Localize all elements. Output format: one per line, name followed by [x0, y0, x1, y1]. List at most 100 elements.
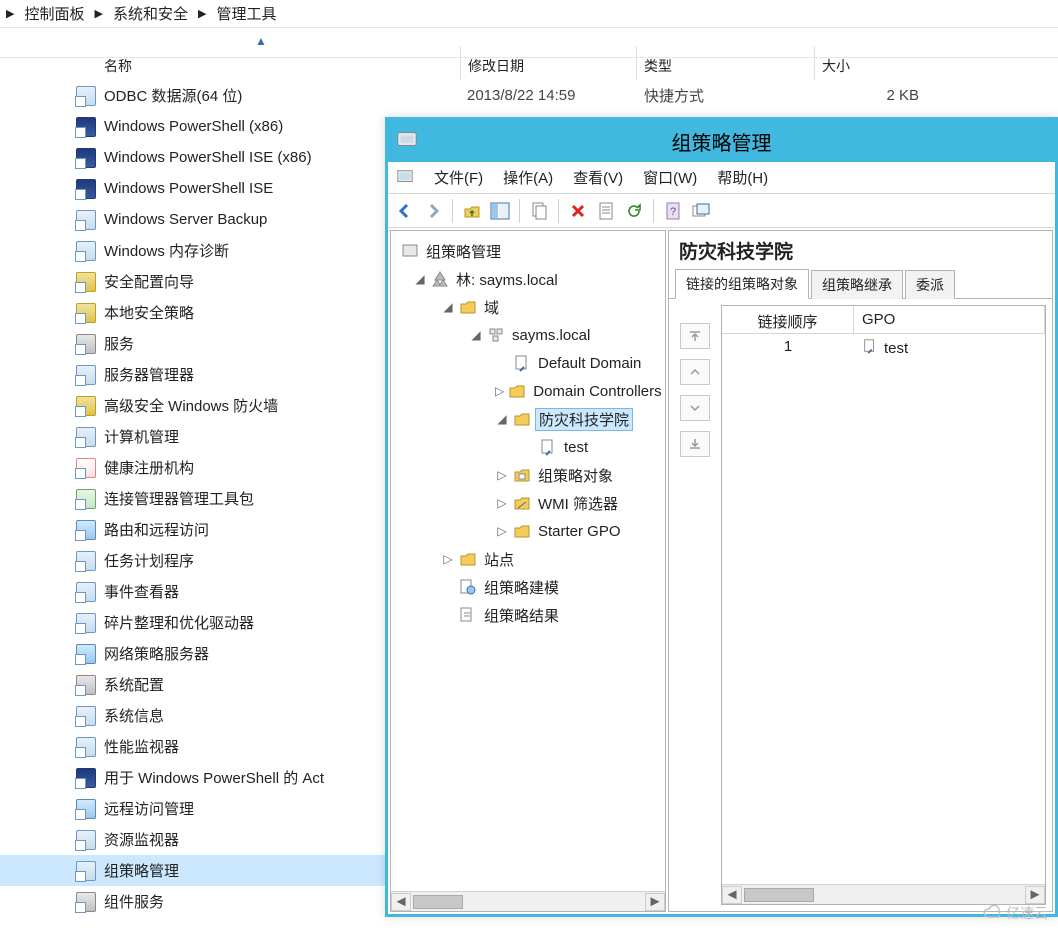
column-separator[interactable]: [814, 46, 815, 80]
scroll-thumb[interactable]: [744, 888, 814, 902]
tree-default-domain-policy[interactable]: ▸ Default Domain: [395, 349, 661, 377]
expand-icon[interactable]: ▷: [495, 468, 509, 482]
menu-window[interactable]: 窗口(W): [635, 164, 705, 191]
window-titlebar[interactable]: 组策略管理: [388, 120, 1055, 162]
column-header-type[interactable]: 类型: [644, 56, 672, 76]
scope-tree[interactable]: 组策略管理 ◢ 林: sayms.local ◢ 域 ◢ sayms.local: [391, 231, 665, 635]
tree-gp-modeling[interactable]: ▸ 组策略建模: [395, 573, 661, 601]
move-up-button[interactable]: [680, 359, 710, 385]
tree-label: 组策略管理: [423, 240, 504, 263]
collapse-icon[interactable]: ◢: [469, 328, 483, 342]
file-name: 性能监视器: [104, 736, 179, 757]
scroll-right-button[interactable]: ►: [1025, 886, 1045, 904]
file-name: Windows Server Backup: [104, 211, 267, 228]
list-item[interactable]: ODBC 数据源(64 位)2013/8/22 14:59快捷方式2 KB: [0, 80, 1058, 111]
file-name: 系统配置: [104, 674, 164, 695]
gpmc-menu-icon: [396, 168, 416, 188]
tree-root[interactable]: 组策略管理: [395, 237, 661, 265]
column-header-link-order[interactable]: 链接顺序: [722, 306, 854, 333]
properties-button[interactable]: [593, 198, 619, 224]
copy-button[interactable]: [526, 198, 552, 224]
linked-gpo-grid[interactable]: 链接顺序 GPO 1 test ◄ ►: [721, 305, 1046, 905]
collapse-icon[interactable]: ◢: [441, 300, 455, 314]
collapse-icon[interactable]: ◢: [413, 272, 427, 286]
shortcut-icon: [76, 830, 96, 850]
refresh-button[interactable]: [621, 198, 647, 224]
column-header-name[interactable]: 名称: [104, 56, 132, 76]
move-top-button[interactable]: [680, 323, 710, 349]
expand-icon[interactable]: ▷: [495, 524, 509, 538]
menu-view[interactable]: 查看(V): [565, 164, 631, 191]
file-name: 事件查看器: [104, 581, 179, 602]
tree-forest[interactable]: ◢ 林: sayms.local: [395, 265, 661, 293]
tab-gp-inheritance[interactable]: 组策略继承: [811, 270, 903, 299]
column-separator[interactable]: [636, 46, 637, 80]
file-name: 服务器管理器: [104, 364, 194, 385]
tree-gpo-link-test[interactable]: ▸ test: [395, 433, 661, 461]
shortcut-icon: [76, 272, 96, 292]
file-name: 计算机管理: [104, 426, 179, 447]
chevron-right-icon: ▶: [198, 7, 206, 20]
menu-action[interactable]: 操作(A): [495, 164, 561, 191]
back-button[interactable]: [392, 198, 418, 224]
menu-bar: 文件(F) 操作(A) 查看(V) 窗口(W) 帮助(H): [388, 162, 1055, 194]
file-name: 任务计划程序: [104, 550, 194, 571]
tree-sites[interactable]: ▷ 站点: [395, 545, 661, 573]
menu-file[interactable]: 文件(F): [426, 164, 491, 191]
tree-domains-container[interactable]: ◢ 域: [395, 293, 661, 321]
up-folder-button[interactable]: [459, 198, 485, 224]
scroll-left-button[interactable]: ◄: [391, 893, 411, 911]
tree-label: test: [561, 438, 591, 457]
tree-domain[interactable]: ◢ sayms.local: [395, 321, 661, 349]
tree-starter-gpos[interactable]: ▷ Starter GPO: [395, 517, 661, 545]
forward-button[interactable]: [420, 198, 446, 224]
file-name: Windows PowerShell ISE: [104, 180, 273, 197]
delete-button[interactable]: [565, 198, 591, 224]
breadcrumb-item[interactable]: 管理工具: [216, 3, 276, 24]
column-separator[interactable]: [460, 46, 461, 80]
expand-icon[interactable]: ▷: [495, 384, 504, 398]
expand-icon[interactable]: ▷: [495, 496, 509, 510]
shortcut-icon: [76, 303, 96, 323]
breadcrumb-item[interactable]: 控制面板: [24, 3, 84, 24]
new-window-button[interactable]: [688, 198, 714, 224]
tree-wmi-filters[interactable]: ▷ WMI 筛选器: [395, 489, 661, 517]
tree-domain-controllers[interactable]: ▷ Domain Controllers: [395, 377, 661, 405]
move-bottom-button[interactable]: [680, 431, 710, 457]
expand-icon[interactable]: ▷: [441, 552, 455, 566]
domains-folder-icon: [459, 298, 477, 316]
breadcrumb[interactable]: ▶ 控制面板 ▶ 系统和安全 ▶ 管理工具: [0, 0, 1058, 28]
scroll-thumb[interactable]: [413, 895, 463, 909]
file-name: 健康注册机构: [104, 457, 194, 478]
shortcut-icon: [76, 644, 96, 664]
shortcut-icon: [76, 706, 96, 726]
tree-ou-selected[interactable]: ◢ 防灾科技学院: [395, 405, 661, 433]
help-button[interactable]: ?: [660, 198, 686, 224]
file-name: 系统信息: [104, 705, 164, 726]
scroll-right-button[interactable]: ►: [645, 893, 665, 911]
move-down-button[interactable]: [680, 395, 710, 421]
svg-text:?: ?: [670, 206, 676, 218]
column-header-size[interactable]: 大小: [822, 56, 850, 76]
grid-horizontal-scrollbar[interactable]: ◄ ►: [722, 884, 1045, 904]
tree-gpo-container[interactable]: ▷ 组策略对象: [395, 461, 661, 489]
column-header-date[interactable]: 修改日期: [468, 56, 524, 76]
tree-gp-results[interactable]: ▸ 组策略结果: [395, 601, 661, 629]
grid-row[interactable]: 1 test: [722, 334, 1045, 362]
cell-size: 2 KB: [863, 87, 919, 104]
scroll-left-button[interactable]: ◄: [722, 886, 742, 904]
tab-linked-gpos[interactable]: 链接的组策略对象: [675, 269, 809, 299]
tree-horizontal-scrollbar[interactable]: ◄ ►: [391, 891, 665, 911]
menu-help[interactable]: 帮助(H): [709, 164, 776, 191]
toolbar-separator: [519, 199, 520, 223]
column-header-gpo[interactable]: GPO: [854, 306, 1045, 333]
show-hide-tree-button[interactable]: [487, 198, 513, 224]
collapse-icon[interactable]: ◢: [495, 412, 509, 426]
file-name: 网络策略服务器: [104, 643, 209, 664]
wmi-folder-icon: [513, 494, 531, 512]
modeling-icon: [459, 578, 477, 596]
tab-delegation[interactable]: 委派: [905, 270, 955, 299]
breadcrumb-item[interactable]: 系统和安全: [113, 3, 188, 24]
tree-label: Starter GPO: [535, 522, 624, 541]
gpo-link-icon: [539, 438, 557, 456]
